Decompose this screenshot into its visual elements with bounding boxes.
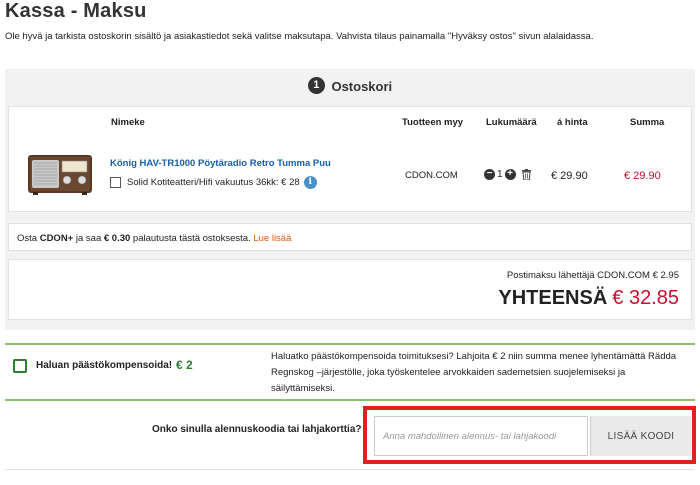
product-name-link[interactable]: König HAV-TR1000 Pöytäradio Retro Tumma …	[110, 158, 331, 169]
cdonplus-mid: ja saa	[73, 233, 104, 244]
page-intro: Ole hyvä ja tarkista ostoskorin sisältö …	[5, 31, 594, 42]
column-header-unit-price: á hinta	[557, 117, 588, 128]
minus-circle-icon[interactable]: −	[484, 169, 495, 180]
coupon-highlight: LISÄÄ KOODI	[363, 406, 696, 464]
order-total-box: Postimaksu lähettäjä CDON.COM € 2.95 YHT…	[8, 259, 692, 320]
shipping-fee: Postimaksu lähettäjä CDON.COM € 2.95	[506, 270, 679, 281]
column-header-name: Nimeke	[111, 117, 145, 128]
quantity-stepper: − 1 +	[484, 169, 531, 180]
cdonplus-prefix: Osta	[17, 233, 40, 244]
cdonplus-suffix: palautusta tästä ostoksesta.	[130, 233, 254, 244]
product-image[interactable]	[27, 153, 93, 197]
cdonplus-brand: CDON+	[39, 233, 74, 244]
step-number-icon: 1	[307, 77, 325, 95]
seller-name: CDON.COM	[405, 170, 458, 181]
compensation-checkbox[interactable]	[13, 359, 27, 373]
column-header-quantity: Lukumäärä	[486, 117, 537, 128]
page-title: Kassa - Maksu	[5, 0, 147, 22]
insurance-checkbox[interactable]	[110, 177, 121, 188]
compensation-label: Haluan päästökompensoida!	[36, 360, 173, 371]
info-icon[interactable]: i	[303, 176, 317, 189]
quantity-value: 1	[497, 169, 503, 180]
cart-header: 1 Ostoskori	[5, 77, 695, 95]
unit-price: € 29.90	[551, 170, 588, 182]
insurance-option: Solid Kotiteatteri/Hifi vakuutus 36kk: €…	[110, 176, 317, 189]
total-label: YHTEENSÄ	[498, 287, 608, 309]
coupon-question: Onko sinulla alennuskoodia tai lahjakort…	[152, 424, 362, 435]
grand-total: YHTEENSÄ € 32.85	[498, 287, 679, 310]
insurance-label: Solid Kotiteatteri/Hifi vakuutus 36kk: €…	[127, 177, 300, 188]
cart-title: Ostoskori	[331, 79, 393, 95]
divider	[5, 469, 695, 470]
cdonplus-offer: Osta CDON+ ja saa € 0.30 palautusta täst…	[8, 223, 692, 251]
divider	[5, 343, 695, 345]
row-sum: € 29.90	[624, 170, 661, 182]
column-header-seller: Tuotteen myy	[402, 117, 464, 128]
plus-circle-icon[interactable]: +	[504, 169, 516, 180]
divider	[5, 399, 695, 401]
compensation-description: Haluatko päästökompensoida toimituksesi?…	[271, 351, 677, 394]
coupon-code-input[interactable]	[374, 416, 588, 456]
trash-icon[interactable]	[521, 169, 531, 180]
compensation-price: € 2	[176, 358, 193, 372]
column-header-sum: Summa	[630, 117, 665, 128]
read-more-link[interactable]: Lue lisää	[253, 233, 291, 244]
add-code-button[interactable]: LISÄÄ KOODI	[590, 416, 691, 456]
cdonplus-amount: € 0.30	[103, 233, 131, 244]
total-amount: € 32.85	[612, 287, 679, 309]
